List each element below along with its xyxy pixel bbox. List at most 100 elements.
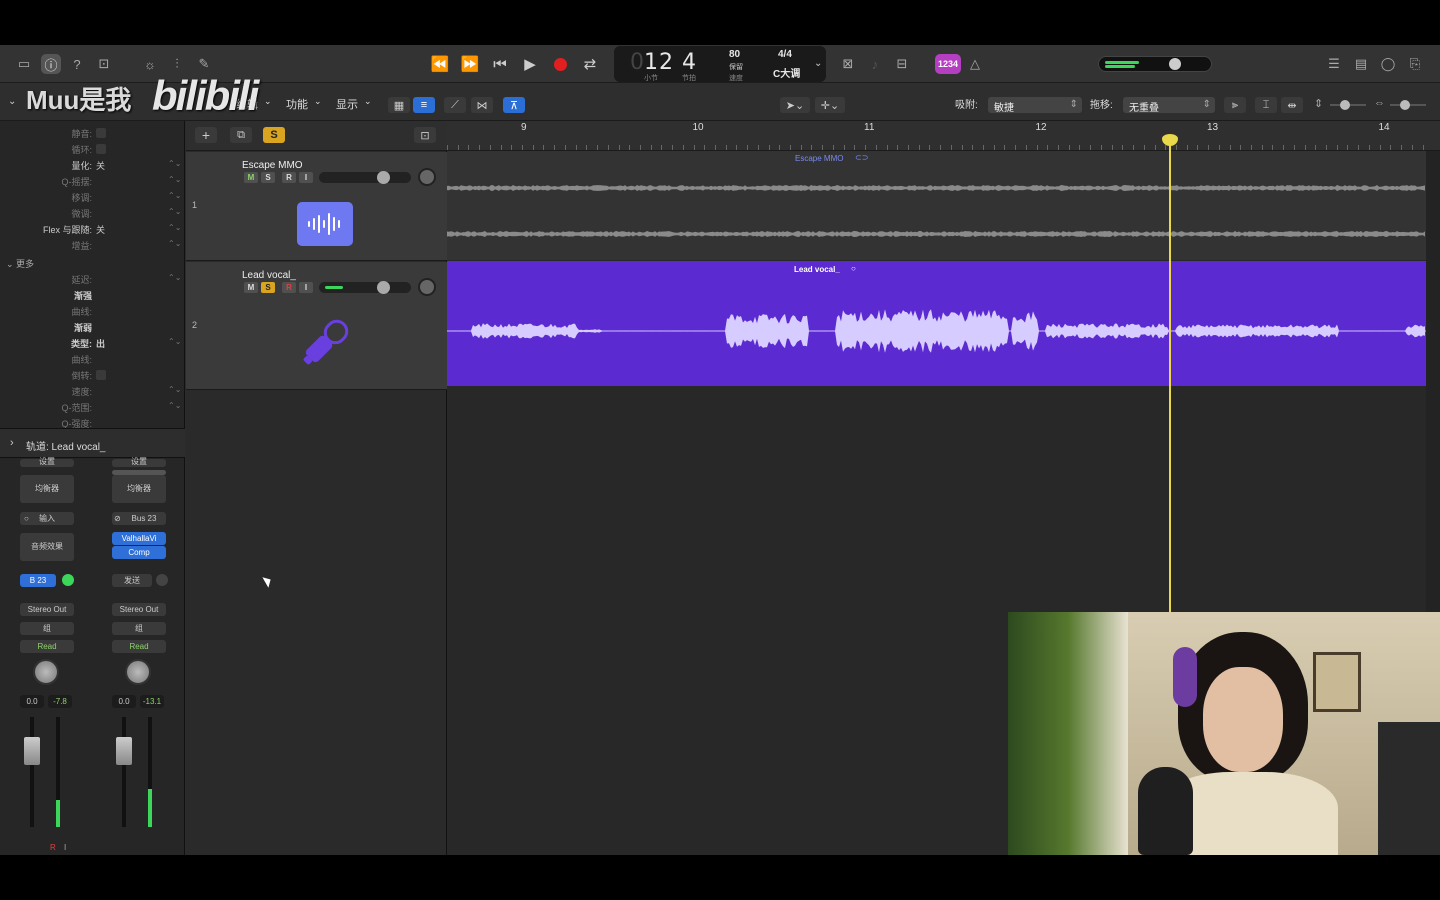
strip2-pan-knob[interactable] (125, 659, 151, 685)
strip2-input[interactable]: ⊘ Bus 23 (112, 512, 166, 525)
strip2-send-knob[interactable] (156, 574, 168, 586)
grid-view-icon[interactable]: ▦ (388, 97, 410, 113)
horizontal-zoom-slider[interactable] (1390, 100, 1426, 110)
fit-vertical-icon[interactable]: ⌶ (1255, 97, 1277, 113)
strip2-eq[interactable]: 均衡器 (112, 475, 166, 503)
track-name-2[interactable]: Lead vocal_ (242, 270, 296, 281)
track1-mute[interactable]: M (244, 172, 258, 183)
editors-icon[interactable]: ✎ (194, 54, 214, 74)
track1-record[interactable]: R (282, 172, 296, 183)
duplicate-track-icon[interactable]: ⧉ (230, 127, 252, 143)
automation-icon[interactable]: ⟋ (444, 97, 466, 113)
strip2-plugin-2[interactable]: Comp (112, 546, 166, 559)
fast-forward-button[interactable]: ⏩ (458, 53, 482, 75)
stepper-icon[interactable]: ⌃⌄ (168, 159, 181, 168)
track-name-1[interactable]: Escape MMO (242, 160, 303, 171)
track-lane-2[interactable]: Lead vocal_ ○ (447, 261, 1426, 386)
strip1-automation[interactable]: Read (20, 640, 74, 653)
note-pad-icon[interactable]: ▤ (1351, 54, 1371, 74)
count-in-button[interactable]: 1234 (935, 54, 961, 74)
inspector-checkbox[interactable] (96, 370, 106, 380)
stepper-icon[interactable]: ⌃⌄ (168, 337, 181, 346)
help-icon[interactable]: ? (67, 54, 87, 74)
stepper-icon[interactable]: ⌃⌄ (168, 207, 181, 216)
strip1-volume[interactable]: 0.0 (20, 695, 44, 708)
track2-input[interactable]: I (299, 282, 313, 293)
inspector-checkbox[interactable] (96, 128, 106, 138)
tuner-icon[interactable]: ♪ (865, 54, 885, 74)
strip2-plugin-1[interactable]: ValhallaVi (112, 532, 166, 545)
track-header-1[interactable]: 1 Escape MMO M S R I (186, 152, 447, 261)
strip2-fader[interactable] (116, 737, 132, 765)
track1-solo[interactable]: S (261, 172, 275, 183)
snap-select[interactable]: 敏捷 ⇕ (988, 97, 1082, 114)
track-inspector-header[interactable]: › 轨道: Lead vocal_ (0, 428, 185, 458)
global-tracks-icon[interactable]: ⊡ (414, 127, 436, 143)
fit-horizontal-icon[interactable]: ⇹ (1281, 97, 1303, 113)
track2-volume[interactable] (319, 281, 411, 294)
stepper-icon[interactable]: ⌃⌄ (168, 223, 181, 232)
strip2-output[interactable]: Stereo Out (112, 603, 166, 616)
strip1-record-enable[interactable]: R (50, 843, 56, 852)
pointer-tool[interactable]: ➤⌄ (780, 97, 810, 113)
list-editors-icon[interactable]: ☰ (1324, 54, 1344, 74)
strip1-output[interactable]: Stereo Out (20, 603, 74, 616)
strip2-group[interactable]: 组 (112, 622, 166, 635)
track2-mute[interactable]: M (244, 282, 258, 293)
lcd-display[interactable]: 0 12 4 小节 节拍 80 保留 速度 4/4 C大调 ⌄ (614, 46, 826, 82)
vertical-zoom-slider[interactable] (1330, 100, 1366, 110)
catch-icon[interactable]: ⊼ (503, 97, 525, 113)
strip1-input[interactable]: ○ 输入 (20, 512, 74, 525)
replace-icon[interactable]: ⊠ (838, 54, 858, 74)
track1-input[interactable]: I (299, 172, 313, 183)
global-solo-button[interactable]: S (263, 127, 285, 143)
track1-volume[interactable] (319, 171, 411, 184)
strip1-fader[interactable] (24, 737, 40, 765)
lcd-chevron-icon[interactable]: ⌄ (814, 58, 822, 69)
strip1-pan-knob[interactable] (33, 659, 59, 685)
functions-menu[interactable]: 功能 (286, 96, 308, 112)
secondary-tool[interactable]: ✛⌄ (815, 97, 845, 113)
cycle-button[interactable]: ⇄ (578, 53, 602, 75)
inspector-value[interactable]: 关 (96, 159, 105, 172)
inspector-checkbox[interactable] (96, 144, 106, 154)
smart-controls-icon[interactable]: ☼ (140, 54, 160, 74)
ruler[interactable]: 9 10 11 12 13 14 (447, 121, 1440, 151)
strip1-setting[interactable]: 设置 (20, 458, 74, 467)
strip1-input-monitor[interactable]: I (64, 843, 66, 852)
strip1-group[interactable]: 组 (20, 622, 74, 635)
play-button[interactable]: ▶ (518, 53, 542, 75)
cpu-meter[interactable] (1098, 56, 1212, 72)
track2-pan[interactable] (418, 278, 436, 296)
record-button[interactable] (548, 53, 572, 75)
loop-browser-icon[interactable]: ◯ (1378, 54, 1398, 74)
strip2-send[interactable]: 发送 (112, 574, 152, 587)
strip2-volume[interactable]: 0.0 (112, 695, 136, 708)
library-icon[interactable]: ▭ (14, 54, 34, 74)
browser-icon[interactable]: ⎘ (1405, 54, 1425, 74)
strip1-audio-fx[interactable]: 音频效果 (20, 533, 74, 561)
track2-record[interactable]: R (282, 282, 296, 293)
more-section-header[interactable]: ⌄ 更多 (6, 257, 34, 270)
toolbar-icon[interactable]: ⊡ (94, 54, 114, 74)
go-to-start-button[interactable]: ⏮ (488, 53, 512, 75)
mixer-icon[interactable]: ⫶ (167, 54, 187, 74)
view-menu[interactable]: 显示 (336, 96, 358, 112)
track-lane-1[interactable]: Escape MMO ⊂⊃ (447, 151, 1426, 260)
track2-solo[interactable]: S (261, 282, 275, 293)
stepper-icon[interactable]: ⌃⌄ (168, 273, 181, 282)
add-track-button[interactable]: + (195, 127, 217, 143)
list-view-icon[interactable]: ≡ (413, 97, 435, 113)
flex-icon[interactable]: ⋈ (471, 97, 493, 113)
strip1-send[interactable]: B 23 (20, 574, 56, 587)
stepper-icon[interactable]: ⌃⌄ (168, 401, 181, 410)
strip2-setting[interactable]: 设置 (112, 458, 166, 467)
track-header-2[interactable]: 2 Lead vocal_ M S R I (186, 262, 447, 390)
strip2-automation[interactable]: Read (112, 640, 166, 653)
waveform-zoom-icon[interactable]: ⫸ (1224, 97, 1246, 113)
rewind-button[interactable]: ⏪ (428, 53, 452, 75)
solo-mode-icon[interactable]: ⊟ (892, 54, 912, 74)
inspector-value[interactable]: 出 (96, 337, 105, 350)
track1-pan[interactable] (418, 168, 436, 186)
strip1-eq[interactable]: 均衡器 (20, 475, 74, 503)
